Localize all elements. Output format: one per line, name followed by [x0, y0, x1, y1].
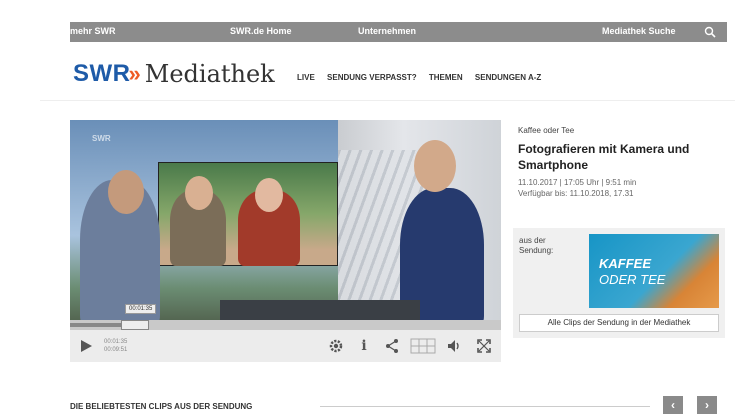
show-box: aus der Sendung: KAFFEE ODER TEE Alle Cl… — [513, 228, 725, 338]
video-frame-host-right-head — [414, 140, 456, 192]
show-name[interactable]: Kaffee oder Tee — [518, 126, 728, 135]
progress-bar[interactable] — [70, 320, 501, 330]
progress-handle[interactable] — [121, 320, 149, 330]
kaffee-oder-tee-logo[interactable]: KAFFEE ODER TEE — [589, 234, 719, 308]
time-current: 00:01:35 — [104, 339, 128, 345]
sign-language-icon[interactable] — [410, 338, 436, 354]
header-divider — [40, 100, 735, 101]
video-meta: 11.10.2017 | 17:05 Uhr | 9:51 min Verfüg… — [518, 177, 728, 199]
swr-logo-arrows-icon: » — [128, 61, 141, 86]
section-divider — [320, 406, 650, 407]
video-date-duration: 11.10.2017 | 17:05 Uhr | 9:51 min — [518, 178, 637, 187]
seek-tooltip: 00:01:35 — [125, 304, 157, 314]
swr-logo-text: SWR — [73, 60, 131, 87]
nav-item-sendung-verpasst[interactable]: SENDUNG VERPASST? — [327, 73, 417, 82]
video-frame-person-head — [185, 176, 213, 210]
kaffee-logo-line1: KAFFEE — [599, 256, 651, 271]
video-watermark: SWR — [92, 134, 111, 143]
nav-item-sendungen-a-z[interactable]: SENDUNGEN A-Z — [475, 73, 541, 82]
video-player[interactable]: SWR 00:01:35 00:01:35 00:09:51 i — [70, 120, 501, 362]
video-frame-host-left-head — [108, 170, 144, 214]
nav-item-live[interactable]: LIVE — [297, 73, 315, 82]
info-icon[interactable]: i — [356, 338, 372, 354]
kaffee-logo-line2: ODER TEE — [599, 272, 666, 287]
section-title: DIE BELIEBTESTEN CLIPS AUS DER SENDUNG — [70, 402, 253, 411]
volume-icon[interactable] — [446, 338, 462, 354]
fullscreen-icon[interactable] — [476, 338, 492, 354]
time-display: 00:01:35 00:09:51 — [104, 338, 127, 354]
player-controls: 00:01:35 00:09:51 i — [70, 330, 501, 362]
top-navigation-bar: mehr SWR SWR.de Home Unternehmen Mediath… — [70, 22, 727, 42]
topbar-link-unternehmen[interactable]: Unternehmen — [358, 26, 416, 36]
play-icon[interactable] — [78, 338, 94, 354]
topbar-link-swr-home[interactable]: SWR.de Home — [230, 26, 292, 36]
video-frame-person-head — [255, 178, 283, 212]
show-box-label-text: aus der Sendung: — [519, 236, 554, 255]
video-info: Kaffee oder Tee Fotografieren mit Kamera… — [518, 126, 728, 199]
mediathek-logo-text: Mediathek — [144, 60, 275, 88]
search-icon[interactable] — [704, 26, 716, 38]
carousel-prev-button[interactable]: ‹ — [663, 396, 683, 414]
time-total: 00:09:51 — [104, 347, 128, 353]
carousel-next-button[interactable]: › — [697, 396, 717, 414]
site-logo[interactable]: SWR» Mediathek — [73, 60, 275, 90]
gear-icon[interactable] — [328, 338, 344, 354]
main-navigation: LIVE SENDUNG VERPASST? THEMEN SENDUNGEN … — [297, 73, 551, 82]
video-title: Fotografieren mit Kamera und Smartphone — [518, 142, 690, 172]
show-box-label: aus der Sendung: — [519, 236, 579, 256]
nav-item-themen[interactable]: THEMEN — [429, 73, 463, 82]
video-availability: Verfügbar bis: 11.10.2018, 17.31 — [518, 189, 634, 198]
share-icon[interactable] — [384, 338, 400, 354]
all-clips-button[interactable]: Alle Clips der Sendung in der Mediathek — [519, 314, 719, 332]
topbar-link-mediathek-suche[interactable]: Mediathek Suche — [602, 26, 676, 36]
topbar-link-mehr-swr[interactable]: mehr SWR — [70, 26, 116, 36]
